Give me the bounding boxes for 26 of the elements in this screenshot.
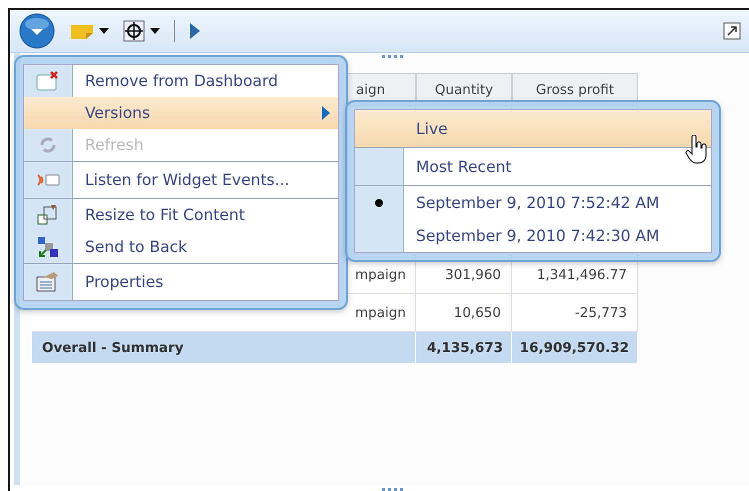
menu-item[interactable]: Versions bbox=[24, 97, 338, 129]
resize-icon bbox=[37, 204, 59, 226]
menu-item[interactable]: September 9, 2010 7:52:42 AM bbox=[355, 185, 711, 219]
target-dropdown-button[interactable] bbox=[123, 20, 160, 42]
menu-item[interactable]: Live bbox=[355, 110, 711, 147]
table-cell: 10,650 bbox=[416, 294, 512, 332]
play-button[interactable] bbox=[189, 23, 201, 39]
refresh-icon bbox=[39, 136, 57, 154]
properties-icon bbox=[36, 271, 60, 293]
menu-item[interactable]: Properties bbox=[24, 263, 338, 300]
caret-icon bbox=[99, 28, 109, 34]
summary-cell: 4,135,673 bbox=[416, 332, 512, 363]
summary-cell: 16,909,570.32 bbox=[512, 332, 638, 363]
window-close-icon bbox=[36, 70, 60, 92]
maximize-button[interactable] bbox=[723, 22, 741, 40]
menu-button[interactable] bbox=[18, 12, 56, 50]
caret-icon bbox=[150, 28, 160, 34]
note-dropdown-button[interactable] bbox=[70, 22, 109, 40]
menu-item[interactable]: September 9, 2010 7:42:30 AM bbox=[355, 219, 711, 252]
summary-label: Overall - Summary bbox=[32, 332, 416, 363]
table-cell: -25,773 bbox=[512, 294, 638, 332]
hand-cursor-icon bbox=[685, 135, 709, 165]
menu-item[interactable]: Resize to Fit Content bbox=[24, 198, 338, 231]
menu-item[interactable]: Listen for Widget Events... bbox=[24, 161, 338, 198]
signal-window-icon bbox=[35, 172, 61, 188]
layers-icon bbox=[37, 236, 59, 258]
